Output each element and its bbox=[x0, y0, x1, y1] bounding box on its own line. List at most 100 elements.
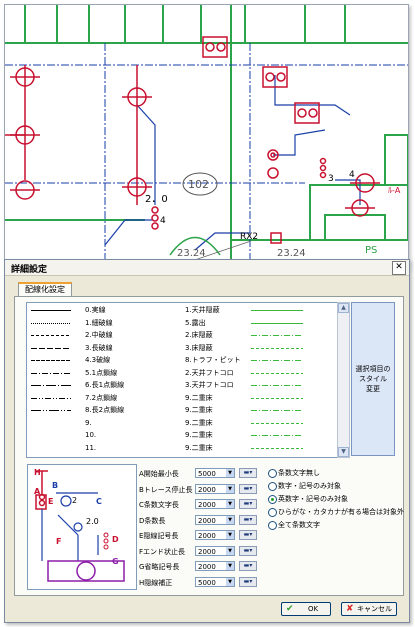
param-value: 2000 bbox=[198, 485, 216, 494]
param-value: 5000 bbox=[198, 578, 216, 587]
scroll-down-icon[interactable]: ▼ bbox=[338, 447, 349, 457]
param-select[interactable]: 2000 ▼ bbox=[195, 545, 235, 556]
param-select[interactable]: 5000 ▼ bbox=[195, 468, 235, 478]
line-sample bbox=[31, 410, 71, 411]
line-style-list[interactable]: 0.実線 1.天井隠蔽 1.細破線 5.露出 2.中破線 2.床隠蔽 3.長破線 3.床隠蔽 4… bbox=[26, 302, 349, 458]
list-item[interactable]: 11. 9.二重床 bbox=[27, 444, 347, 453]
cad-dim-text: 4 bbox=[160, 216, 166, 226]
route-name: 9.二重床 bbox=[185, 418, 213, 427]
radio-label: 数字・記号のみ対象 bbox=[278, 482, 341, 490]
detail-settings-dialog: 詳細設定 ✕ 配線化設定 0.実線 1.天井隠蔽 1.細破線 5.露出 2.中破線 2.床… bbox=[4, 259, 410, 623]
radio-circle[interactable] bbox=[268, 508, 277, 517]
list-item[interactable]: 10. 9.二重床 bbox=[27, 431, 347, 440]
radio-circle[interactable] bbox=[268, 469, 277, 478]
list-item[interactable]: 9. 9.二重床 bbox=[27, 419, 347, 428]
ok-label: OK bbox=[308, 605, 319, 613]
cancel-button[interactable]: ✘ キャンセル bbox=[341, 602, 397, 616]
cad-room-number: 102 bbox=[188, 178, 209, 191]
ok-button[interactable]: ✔ OK bbox=[281, 602, 331, 616]
cad-side-text: ﾙ-A bbox=[388, 186, 401, 195]
change-style-label: 選択項目の スタイル 変更 bbox=[355, 365, 391, 393]
line-name: 9. bbox=[85, 418, 92, 427]
cad-dim-text: 23.24 bbox=[277, 248, 306, 259]
route-name: 9.二重床 bbox=[185, 431, 213, 439]
route-name: 3.床隠蔽 bbox=[185, 343, 213, 352]
param-label: Fエンド状止長 bbox=[139, 547, 186, 556]
list-item[interactable]: 2.中破線 2.床隠蔽 bbox=[27, 331, 347, 340]
change-style-button[interactable]: 選択項目の スタイル 変更 bbox=[351, 302, 395, 456]
cad-ps-label: PS bbox=[365, 245, 377, 256]
close-icon[interactable]: ✕ bbox=[392, 261, 406, 275]
measure-icon[interactable]: ▬▾ bbox=[239, 468, 257, 478]
chevron-down-icon[interactable]: ▼ bbox=[226, 484, 234, 493]
route-name: 1.天井隠蔽 bbox=[185, 306, 220, 314]
list-item[interactable]: 1.細破線 5.露出 bbox=[27, 319, 347, 328]
line-sample bbox=[31, 347, 71, 349]
chevron-down-icon[interactable]: ▼ bbox=[226, 562, 234, 570]
route-line-sample bbox=[251, 447, 303, 449]
preview-label: H bbox=[34, 468, 41, 477]
measure-icon[interactable]: ▬▾ bbox=[239, 499, 257, 509]
radio-circle[interactable] bbox=[268, 495, 277, 504]
tab-wiring-settings[interactable]: 配線化設定 bbox=[18, 282, 72, 297]
measure-icon[interactable]: ▬▾ bbox=[239, 545, 257, 556]
param-select[interactable]: 2000 ▼ bbox=[195, 561, 235, 571]
param-value: 5000 bbox=[198, 470, 216, 478]
cad-drawing-canvas[interactable]: 102 2．0 4 23.24 23.24 RX2 3 4 PS ﾙ-A bbox=[4, 4, 409, 269]
list-item[interactable]: 3.長破線 3.床隠蔽 bbox=[27, 344, 347, 353]
line-sample bbox=[31, 335, 71, 336]
tab-panel: 0.実線 1.天井隠蔽 1.細破線 5.露出 2.中破線 2.床隠蔽 3.長破線 3.床隠蔽 4… bbox=[14, 296, 404, 596]
param-select[interactable]: 2000 ▼ bbox=[195, 514, 235, 525]
route-line-sample bbox=[251, 422, 303, 424]
param-value: 2000 bbox=[198, 532, 216, 540]
cad-drawing: 102 2．0 4 23.24 23.24 RX2 3 4 PS ﾙ-A bbox=[5, 5, 408, 268]
list-item[interactable]: 7.2点鎖線 9.二重床 bbox=[27, 394, 347, 403]
line-sample bbox=[31, 360, 71, 361]
list-item[interactable]: 8.長2点鎖線 9.二重床 bbox=[27, 406, 347, 415]
list-item[interactable]: 4.3破線 8.トラフ・ピット bbox=[27, 356, 347, 365]
route-line-sample bbox=[251, 310, 303, 311]
line-sample bbox=[31, 372, 71, 374]
measure-icon[interactable]: ▬▾ bbox=[239, 483, 257, 494]
chevron-down-icon[interactable]: ▼ bbox=[226, 469, 234, 477]
list-scrollbar[interactable]: ▲ ▼ bbox=[337, 302, 350, 458]
param-select[interactable]: 2000 ▼ bbox=[195, 483, 235, 494]
chevron-down-icon[interactable]: ▼ bbox=[226, 515, 234, 524]
chevron-down-icon[interactable]: ▼ bbox=[226, 577, 234, 586]
list-item[interactable]: 6.長1点鎖線 3.天井フトコロ bbox=[27, 381, 347, 390]
preview-label: E bbox=[48, 497, 54, 506]
line-name: 7.2点鎖線 bbox=[85, 393, 118, 402]
preview-diagram bbox=[35, 470, 125, 582]
line-name: 8.長2点鎖線 bbox=[85, 406, 125, 414]
chevron-down-icon[interactable]: ▼ bbox=[226, 546, 234, 555]
param-label: D条数長 bbox=[139, 516, 166, 525]
preview-label: G bbox=[112, 557, 119, 566]
param-label: G省略記号長 bbox=[139, 563, 180, 571]
chevron-down-icon[interactable]: ▼ bbox=[226, 531, 234, 539]
list-item[interactable]: 5.1点鎖線 2.天井フトコロ bbox=[27, 369, 347, 378]
measure-icon[interactable]: ▬▾ bbox=[239, 530, 257, 540]
chevron-down-icon[interactable]: ▼ bbox=[226, 500, 234, 508]
measure-icon[interactable]: ▬▾ bbox=[239, 576, 257, 587]
route-line-sample bbox=[251, 347, 303, 349]
preview-label: B bbox=[52, 481, 59, 490]
measure-icon[interactable]: ▬▾ bbox=[239, 514, 257, 525]
radio-circle[interactable] bbox=[268, 482, 277, 491]
cad-dim-text: 2．0 bbox=[145, 194, 168, 205]
route-name: 2.床隠蔽 bbox=[185, 331, 213, 339]
list-item[interactable]: 0.実線 1.天井隠蔽 bbox=[27, 306, 347, 315]
scroll-up-icon[interactable]: ▲ bbox=[338, 303, 349, 313]
cancel-label: キャンセル bbox=[357, 605, 392, 613]
param-select[interactable]: 5000 ▼ bbox=[195, 576, 235, 587]
param-label: H隠線補正 bbox=[139, 578, 173, 587]
param-select[interactable]: 2000 ▼ bbox=[195, 499, 235, 509]
param-value: 2000 bbox=[198, 501, 216, 509]
cad-dim-text: 23.24 bbox=[177, 248, 206, 259]
x-icon: ✘ bbox=[346, 604, 354, 614]
param-select[interactable]: 2000 ▼ bbox=[195, 530, 235, 540]
measure-icon[interactable]: ▬▾ bbox=[239, 561, 257, 571]
radio-circle[interactable] bbox=[268, 521, 277, 530]
dialog-titlebar: 詳細設定 ✕ bbox=[5, 260, 409, 276]
route-line-sample bbox=[251, 335, 303, 336]
radio-label: 英数字・記号のみ対象 bbox=[278, 495, 348, 503]
